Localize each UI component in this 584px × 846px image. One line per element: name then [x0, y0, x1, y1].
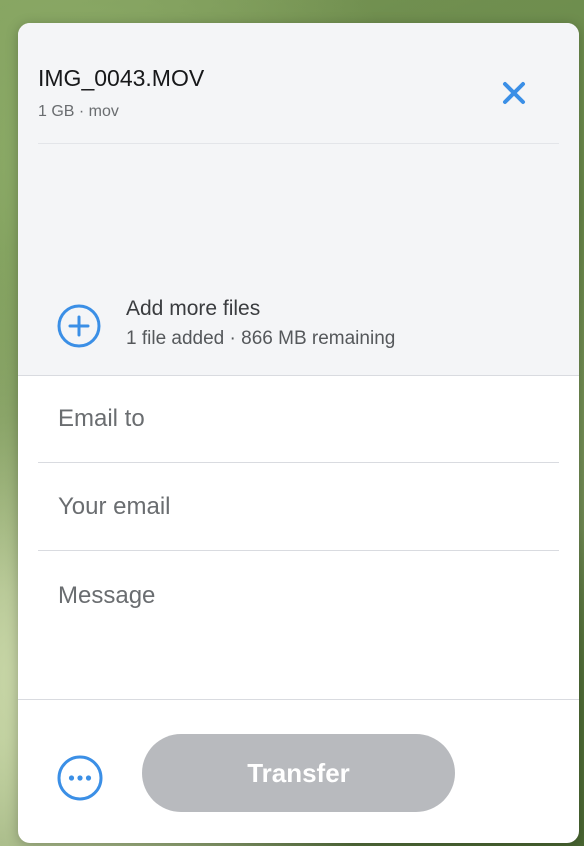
add-more-files-button[interactable]: Add more files 1 file added · 866 MB rem… — [56, 295, 536, 355]
plus-circle-icon — [57, 304, 101, 348]
more-options-button[interactable] — [56, 754, 104, 802]
file-name: IMG_0043.MOV — [38, 65, 205, 91]
file-list-area: IMG_0043.MOV 1 GB · mov Add more files 1… — [18, 23, 579, 376]
divider — [18, 699, 579, 700]
files-summary: 1 file added · 866 MB remaining — [126, 328, 396, 349]
add-files-title: Add more files — [126, 297, 261, 320]
file-meta: 1 GB · mov — [38, 103, 119, 120]
email-to-input[interactable] — [38, 376, 559, 463]
remove-file-button[interactable] — [498, 77, 530, 109]
more-options-icon — [57, 755, 103, 801]
transfer-button[interactable]: Transfer — [142, 734, 455, 812]
your-email-input[interactable] — [38, 464, 559, 551]
transfer-panel: IMG_0043.MOV 1 GB · mov Add more files 1… — [18, 23, 579, 843]
close-icon — [503, 82, 525, 104]
message-input[interactable] — [38, 552, 559, 699]
